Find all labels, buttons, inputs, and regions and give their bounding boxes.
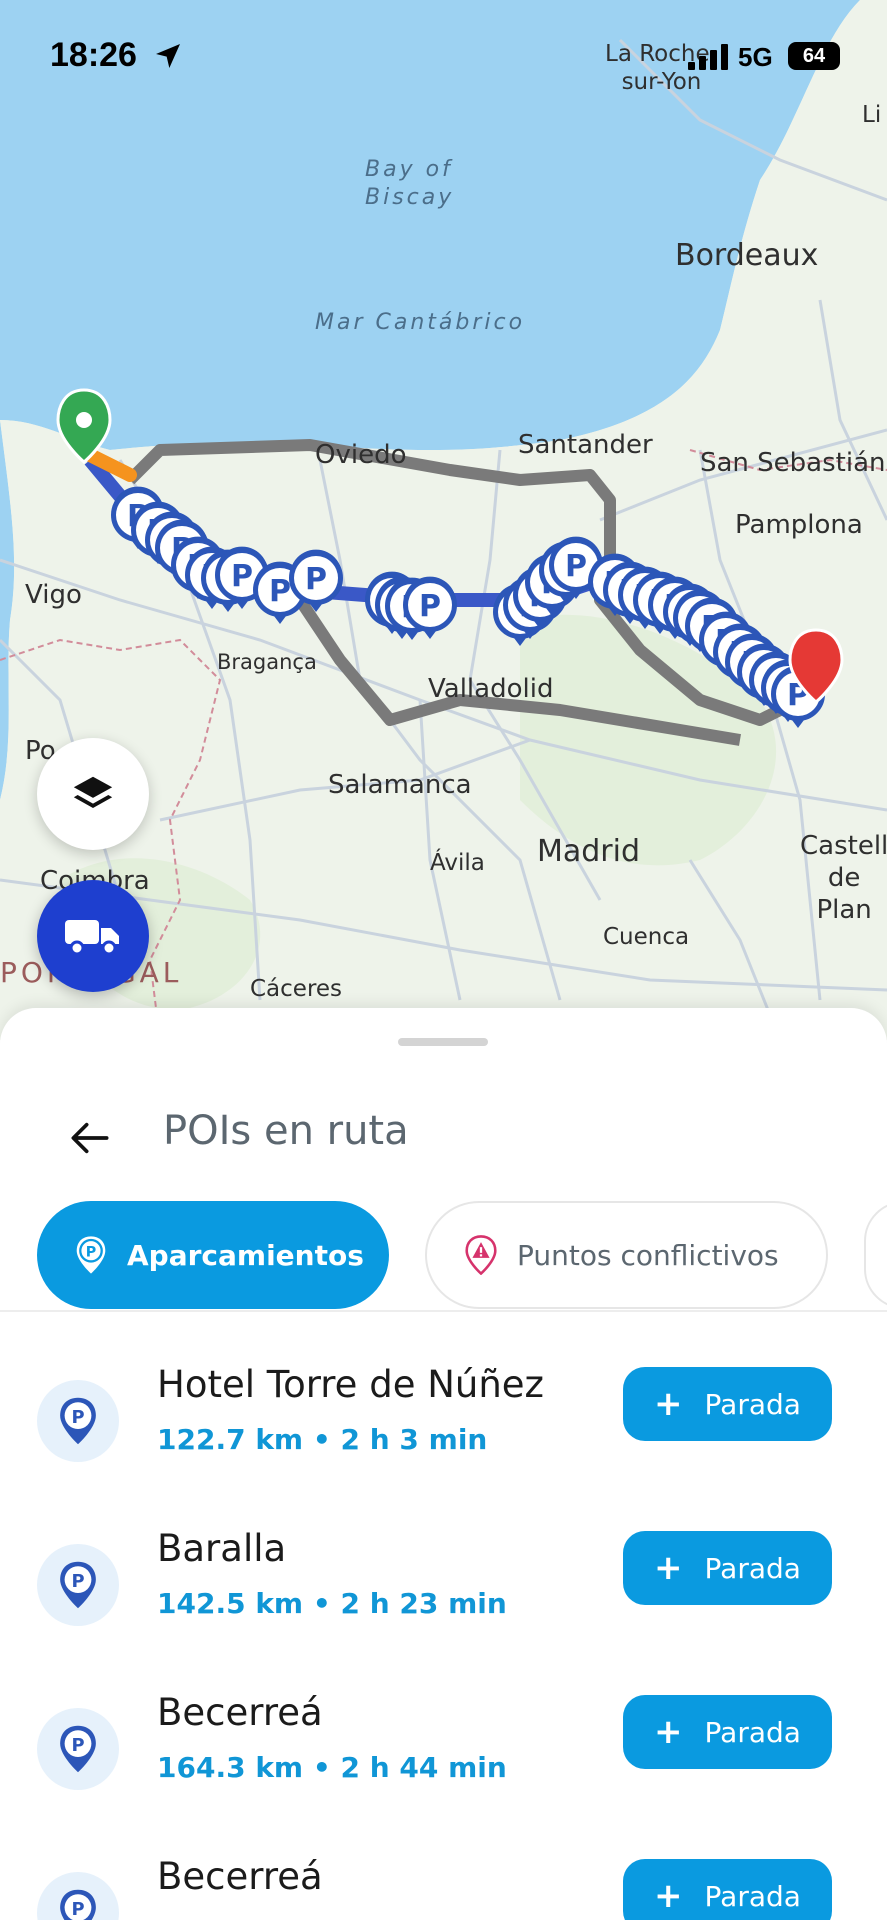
add-stop-label: Parada xyxy=(704,1879,801,1913)
map-label-oviedo: Oviedo xyxy=(315,440,407,470)
svg-text:P: P xyxy=(71,1735,84,1756)
map-label-caceres: Cáceres xyxy=(250,976,343,1002)
map-label-madrid: Madrid xyxy=(537,834,641,869)
poi-distance-time: 122.7 km • 2 h 3 min xyxy=(157,1423,488,1456)
divider xyxy=(0,1310,887,1312)
map-label-bay-of-biscay: Bay of Biscay xyxy=(365,157,455,210)
back-arrow-icon xyxy=(71,1122,109,1154)
vehicle-profile-button[interactable] xyxy=(37,880,149,992)
chip-label: Aparcamientos xyxy=(127,1238,364,1272)
map-label-santander: Santander xyxy=(518,430,653,460)
location-arrow-icon xyxy=(156,44,180,68)
poi-distance-time: 164.3 km • 2 h 44 min xyxy=(157,1751,507,1784)
map-label-bordeaux: Bordeaux xyxy=(675,238,819,273)
battery-indicator: 64 xyxy=(788,42,840,70)
plus-icon: + xyxy=(654,1712,683,1752)
poi-name: Hotel Torre de Núñez xyxy=(157,1363,544,1406)
svg-text:P: P xyxy=(565,549,587,584)
map-label-pamplona: Pamplona xyxy=(735,510,863,540)
poi-list-item[interactable]: P Baralla 142.5 km • 2 h 23 min + Parada xyxy=(0,1517,887,1681)
map-label-mar-cantabrico: Mar Cantábrico xyxy=(315,310,526,335)
poi-name: Becerreá xyxy=(157,1691,323,1734)
truck-icon xyxy=(65,920,119,956)
svg-text:P: P xyxy=(269,574,291,609)
network-type: 5G xyxy=(738,42,773,72)
poi-name: Becerreá xyxy=(157,1855,323,1898)
svg-text:P: P xyxy=(71,1407,84,1428)
svg-text:P: P xyxy=(71,1899,84,1920)
add-stop-button[interactable]: + Parada xyxy=(623,1531,832,1605)
map-label-braganca: Bragança xyxy=(217,650,317,674)
poi-list-item[interactable]: P Becerreá + Parada xyxy=(0,1845,887,1920)
parking-pin-icon: P xyxy=(37,1872,119,1920)
map-label-avila: Ávila xyxy=(430,850,485,876)
chip-puntos-conflictivos[interactable]: Puntos conflictivos xyxy=(425,1201,828,1309)
chip-more[interactable] xyxy=(864,1201,887,1309)
add-stop-label: Parada xyxy=(704,1551,801,1585)
plus-icon: + xyxy=(654,1876,683,1916)
poi-list-item[interactable]: P Becerreá 164.3 km • 2 h 44 min + Parada xyxy=(0,1681,887,1845)
add-stop-button[interactable]: + Parada xyxy=(623,1859,832,1920)
warning-pin-icon xyxy=(461,1235,501,1275)
status-time: 18:26 xyxy=(50,36,137,74)
layers-icon xyxy=(73,776,113,808)
plus-icon: + xyxy=(654,1384,683,1424)
route-map[interactable]: PPPPPPPPPPPPPPPPPPPPPPPPPPPPPPPPPPP La R… xyxy=(0,0,887,1040)
add-stop-button[interactable]: + Parada xyxy=(623,1695,832,1769)
sheet-title: POIs en ruta xyxy=(163,1108,409,1154)
sheet-drag-handle[interactable] xyxy=(398,1038,488,1046)
map-label-valladolid: Valladolid xyxy=(428,674,554,704)
map-layers-button[interactable] xyxy=(37,738,149,850)
chip-aparcamientos[interactable]: P Aparcamientos xyxy=(37,1201,389,1309)
parking-pin-icon: P xyxy=(71,1235,111,1275)
svg-text:P: P xyxy=(86,1244,96,1260)
poi-distance-time: 142.5 km • 2 h 23 min xyxy=(157,1587,507,1620)
chip-label: Puntos conflictivos xyxy=(517,1238,779,1272)
status-bar: 18:26 5G 64 xyxy=(0,0,887,110)
svg-text:P: P xyxy=(305,562,327,597)
svg-text:P: P xyxy=(419,589,441,624)
poi-bottom-sheet[interactable]: POIs en ruta P Aparcamientos Puntos conf… xyxy=(0,1008,887,1920)
map-label-cuenca: Cuenca xyxy=(603,924,690,950)
map-label-castell: Castell de Plan xyxy=(800,831,887,925)
parking-pin-icon: P xyxy=(37,1708,119,1790)
plus-icon: + xyxy=(654,1548,683,1588)
add-stop-button[interactable]: + Parada xyxy=(623,1367,832,1441)
parking-pin-icon: P xyxy=(37,1544,119,1626)
map-label-vigo: Vigo xyxy=(25,580,82,610)
add-stop-label: Parada xyxy=(704,1387,801,1421)
map-label-san-sebastian: San Sebastián xyxy=(700,448,886,478)
back-button[interactable] xyxy=(60,1108,120,1168)
signal-bars-icon xyxy=(688,44,728,70)
poi-list-item[interactable]: P Hotel Torre de Núñez 122.7 km • 2 h 3 … xyxy=(0,1353,887,1517)
parking-pin-icon: P xyxy=(37,1380,119,1462)
add-stop-label: Parada xyxy=(704,1715,801,1749)
svg-text:P: P xyxy=(231,559,253,594)
poi-name: Baralla xyxy=(157,1527,287,1570)
svg-text:P: P xyxy=(71,1571,84,1592)
map-label-salamanca: Salamanca xyxy=(328,770,472,800)
